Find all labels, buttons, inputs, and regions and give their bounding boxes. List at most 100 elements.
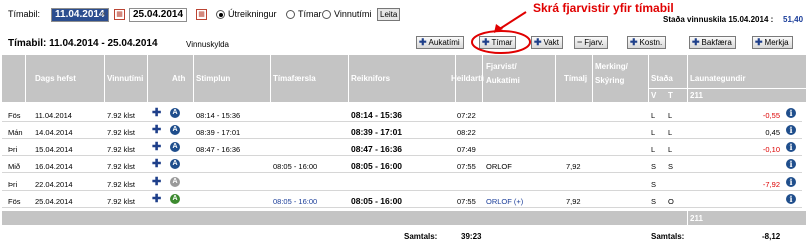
add-plus-icon[interactable]: ✚ [152,125,161,136]
divider [270,55,271,102]
divider [25,55,26,102]
search-button[interactable]: Leita [377,8,401,21]
row-day: Mið [8,162,21,171]
col-header-stada-v: V [651,91,657,100]
row-day: Fös [8,111,21,120]
fjarv-button[interactable]: − Fjarv. [574,36,608,49]
info-icon[interactable]: i [786,108,796,118]
row-timafaersla: 08:05 - 16:00 [273,162,318,171]
row-stada-t: O [668,197,674,206]
col-header-fjarvist: Fjarvist/ Aukatími [486,62,520,85]
totals-hours: 39:23 [461,232,482,241]
row-day: Fös [8,197,21,206]
ath-icon[interactable]: A [170,142,180,152]
plus-icon: ✚ [630,37,638,47]
row-stada-v: L [651,128,656,137]
add-plus-icon[interactable]: ✚ [152,159,161,170]
table-footer [2,211,806,225]
col-header-timalj: Tímalj [564,74,588,83]
radio-label: Vinnutími [334,9,372,19]
row-stada-t: L [668,128,673,137]
row-date: 16.04.2014 [35,162,73,171]
row-stada-v: L [651,145,656,154]
row-work: 7.92 klst [107,145,135,154]
row-divider [2,121,802,122]
balance-label: Staða vinnuskila 15.04.2014 : [663,15,774,24]
button-label: Bakfæra [701,38,732,47]
row-launategundir: -7,92 [762,180,780,189]
radio-label: Útreikningur [228,9,277,19]
radio-utreikningur[interactable] [216,10,225,19]
info-icon[interactable]: i [786,142,796,152]
row-launategundir: -0,10 [762,145,780,154]
info-icon[interactable]: i [786,125,796,135]
col-header-merking: Merking/ Skýring [595,62,628,85]
date-to-input[interactable]: 25.04.2014 [129,8,187,22]
row-stimplun: 08:47 - 16:36 [196,145,241,154]
row-heildartimi: 07:22 [457,111,476,120]
row-work: 7.92 klst [107,180,135,189]
row-date: 22.04.2014 [35,180,73,189]
button-label: Aukatími [428,38,460,47]
row-timafaersla: 08:05 - 16:00 [273,197,318,206]
annotation-text: Skrá fjarvistir yfir tímabil [533,1,674,15]
col-header-reiknifors: Reiknifors [351,74,391,83]
info-icon[interactable]: i [786,194,796,204]
footer-code: 211 [690,214,703,223]
row-date: 25.04.2014 [35,197,73,206]
row-heildartimi: 07:55 [457,162,476,171]
row-stimplun: 08:14 - 15:36 [196,111,241,120]
add-plus-icon[interactable]: ✚ [152,194,161,205]
col-header-launategundir: Launategundir [690,74,746,83]
divider [104,55,105,102]
aukatimi-button[interactable]: ✚ Aukatími [416,36,464,49]
button-label: Kostn. [639,38,663,47]
row-reiknifors: 08:14 - 15:36 [351,110,403,120]
col-header-timafaersla: Tímafærsla [273,74,316,83]
add-plus-icon[interactable]: ✚ [152,108,161,119]
bakfaera-button[interactable]: ✚ Bakfæra [689,36,736,49]
col-header-stada-t: T [668,91,673,100]
vakt-button[interactable]: ✚ Vakt [531,36,563,49]
ath-icon[interactable]: A [170,108,180,118]
totals-label: Samtals: [651,232,685,241]
balance-value: 51,40 [783,15,804,24]
info-icon[interactable]: i [786,177,796,187]
row-date: 15.04.2014 [35,145,73,154]
clear-icon[interactable]: × [101,9,106,19]
ath-icon[interactable]: A [170,125,180,135]
add-plus-icon[interactable]: ✚ [152,177,161,188]
row-launategundir: -0,55 [762,111,780,120]
calendar-icon[interactable]: ▦ [114,9,125,20]
add-plus-icon[interactable]: ✚ [152,142,161,153]
merkja-button[interactable]: ✚ Merkja [752,36,793,49]
row-stada-v: S [651,162,657,171]
info-icon[interactable]: i [786,159,796,169]
divider [592,55,593,102]
plus-icon: ✚ [419,37,427,47]
divider [193,55,194,102]
row-divider [2,138,802,139]
row-date: 14.04.2014 [35,128,73,137]
minus-icon: − [577,37,583,47]
row-divider [2,155,802,156]
ath-icon[interactable]: A [170,194,180,204]
ath-icon[interactable]: A [170,177,180,187]
page-title: Tímabil: 11.04.2014 - 25.04.2014 [8,38,158,49]
plus-icon: ✚ [755,37,763,47]
radio-timar[interactable] [286,10,295,19]
row-work: 7.92 klst [107,128,135,137]
plus-icon: ✚ [692,37,700,47]
col-header-work: Vinnutími [107,74,144,83]
col-header-date: Dags hefst [35,74,76,83]
row-divider [2,207,802,208]
row-date: 11.04.2014 [35,111,72,120]
row-day: Þri [8,145,18,154]
radio-vinnutimi[interactable] [322,10,331,19]
row-heildartimi: 08:22 [457,128,476,137]
calendar-icon[interactable]: ▦ [196,9,207,20]
ath-icon[interactable]: A [170,159,180,169]
totals-label: Samtals: [404,232,438,241]
button-label: Merkja [764,38,789,47]
kostn-button[interactable]: ✚ Kostn. [627,36,667,49]
